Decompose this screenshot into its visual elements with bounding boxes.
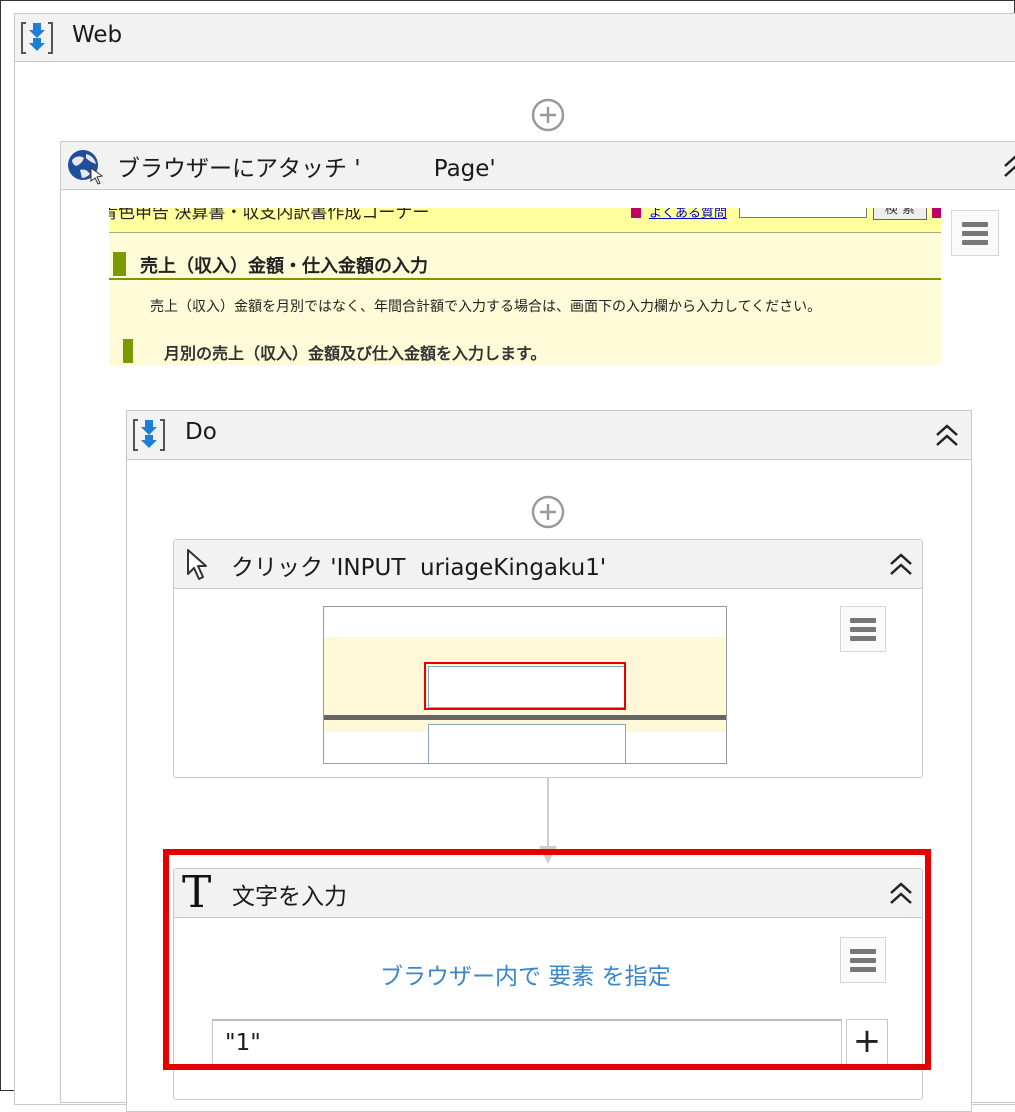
click-activity[interactable]: クリック 'INPUT uriageKingaku1' — [173, 539, 923, 778]
sub-heading-bar — [123, 339, 133, 363]
click-activity-menu-button[interactable] — [840, 606, 886, 652]
web-sequence-title: Web — [72, 22, 123, 48]
web-sequence-header[interactable]: Web — [15, 14, 1015, 62]
element-screenshot-preview — [323, 606, 727, 764]
page-help-icon — [932, 208, 941, 218]
faq-link[interactable]: よくある質問 — [649, 208, 727, 221]
collapse-icon[interactable] — [933, 421, 961, 449]
do-sequence-title: Do — [185, 419, 217, 445]
click-activity-header[interactable]: クリック 'INPUT uriageKingaku1' — [174, 540, 922, 589]
highlight-box — [163, 849, 931, 1070]
section-description: 売上（収入）金額を月別ではなく、年間合計額で入力する場合は、画面下の入力欄から入… — [150, 299, 822, 315]
collapse-icon[interactable] — [1001, 152, 1015, 180]
page-search-input[interactable] — [739, 208, 867, 218]
attach-browser-title: ブラウザーにアタッチ ' Page' — [117, 156, 496, 182]
click-activity-title: クリック 'INPUT uriageKingaku1' — [231, 555, 607, 581]
sub-heading: 月別の売上（収入）金額及び仕入金額を入力します。 — [164, 344, 547, 363]
target-highlight-box — [424, 662, 626, 710]
page-top-title: 青色申告 決算書・収支内訳書作成コーナー — [109, 208, 430, 223]
section-heading: 売上（収入）金額・仕入金額の入力 — [140, 256, 428, 277]
mouse-cursor-icon — [187, 549, 207, 580]
flow-connector-line — [547, 777, 549, 852]
add-activity-icon[interactable] — [531, 495, 565, 529]
add-activity-icon[interactable] — [531, 98, 565, 132]
browser-globe-icon — [68, 150, 104, 185]
do-sequence-header[interactable]: Do — [127, 411, 971, 460]
page-preview-image: 青色申告 決算書・収支内訳書作成コーナー よくある質問 検 索 売上（収入）金額… — [109, 208, 941, 365]
faq-icon — [631, 208, 641, 218]
page-top-bar: 青色申告 決算書・収支内訳書作成コーナー よくある質問 検 索 — [109, 208, 941, 233]
section-heading-rule — [109, 278, 941, 280]
page-search-button[interactable]: 検 索 — [873, 208, 927, 220]
preview-input-box-2 — [428, 724, 626, 763]
sequence-icon — [21, 22, 53, 54]
section-heading-bar — [113, 252, 126, 276]
attach-browser-header[interactable]: ブラウザーにアタッチ ' Page' — [61, 142, 1015, 190]
attach-browser-menu-button[interactable] — [951, 210, 999, 256]
collapse-icon[interactable] — [887, 550, 915, 578]
sequence-icon — [133, 419, 165, 451]
